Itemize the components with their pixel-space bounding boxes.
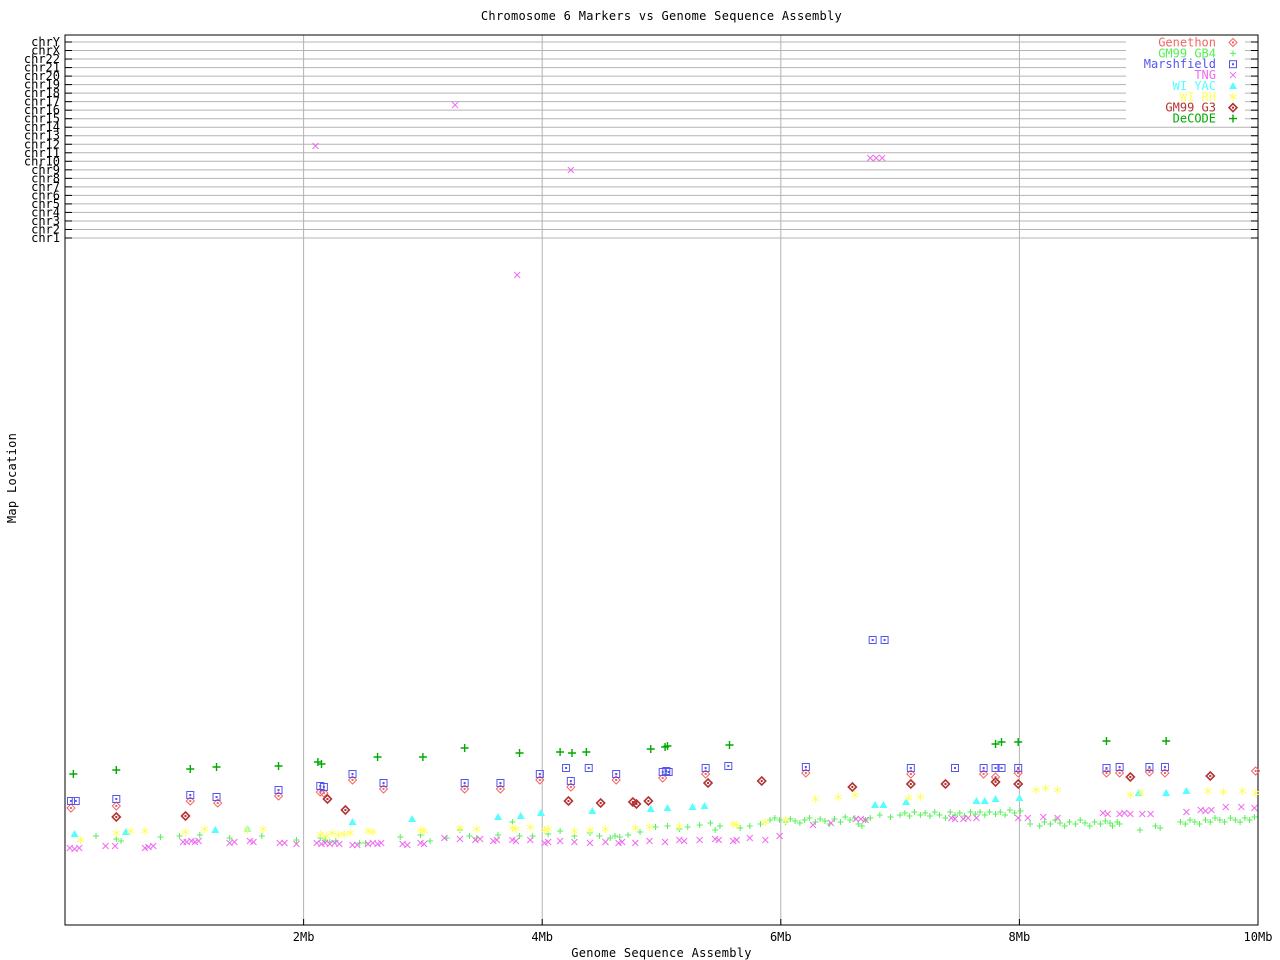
series-genethon	[66, 766, 1261, 813]
series-wi-rh	[76, 784, 1260, 844]
chart-page: chrY chrX chr22 chr21 chr20 chr19 chr18 chr17 ch…	[0, 0, 1280, 960]
y-tick-labels: chrYchrXchr22chr21chr20chr19chr18chr17ch…	[24, 35, 61, 245]
y-tick-label-chr1: chr1	[31, 231, 60, 245]
legend-label-decode: DeCODE	[1173, 112, 1216, 126]
x-tick-label-2mb: 2Mb	[293, 930, 315, 944]
plot-border	[64, 34, 1259, 926]
x-axis-label: Genome Sequence Assembly	[571, 946, 752, 960]
axis-ticks	[65, 41, 1259, 925]
x-tick-label-8mb: 8Mb	[1009, 930, 1031, 944]
x-tick-label-4mb: 4Mb	[531, 930, 553, 944]
chart-title: Chromosome 6 Markers vs Genome Sequence …	[480, 9, 843, 23]
series-marshfield	[66, 636, 1169, 805]
x-gridlines	[303, 35, 1020, 925]
x-tick-label-6mb: 6Mb	[770, 930, 792, 944]
plot-area: chrYchrXchr22chr21chr20chr19chr18chr17ch…	[24, 34, 1273, 944]
series-gm99-gb4	[93, 807, 1258, 846]
x-tick-label-10mb: 10Mb	[1244, 930, 1273, 944]
series-wi-yac	[70, 787, 1191, 837]
y-gridlines	[65, 41, 1258, 239]
series-tng	[66, 101, 1258, 853]
x-tick-labels: 2Mb 4Mb 6Mb 8Mb 10Mb	[293, 930, 1273, 944]
legend: GenethonGM99 GB4MarshfieldTNGWI YACWI RH…	[1126, 36, 1245, 126]
y-axis-label: Map Location	[5, 432, 19, 524]
